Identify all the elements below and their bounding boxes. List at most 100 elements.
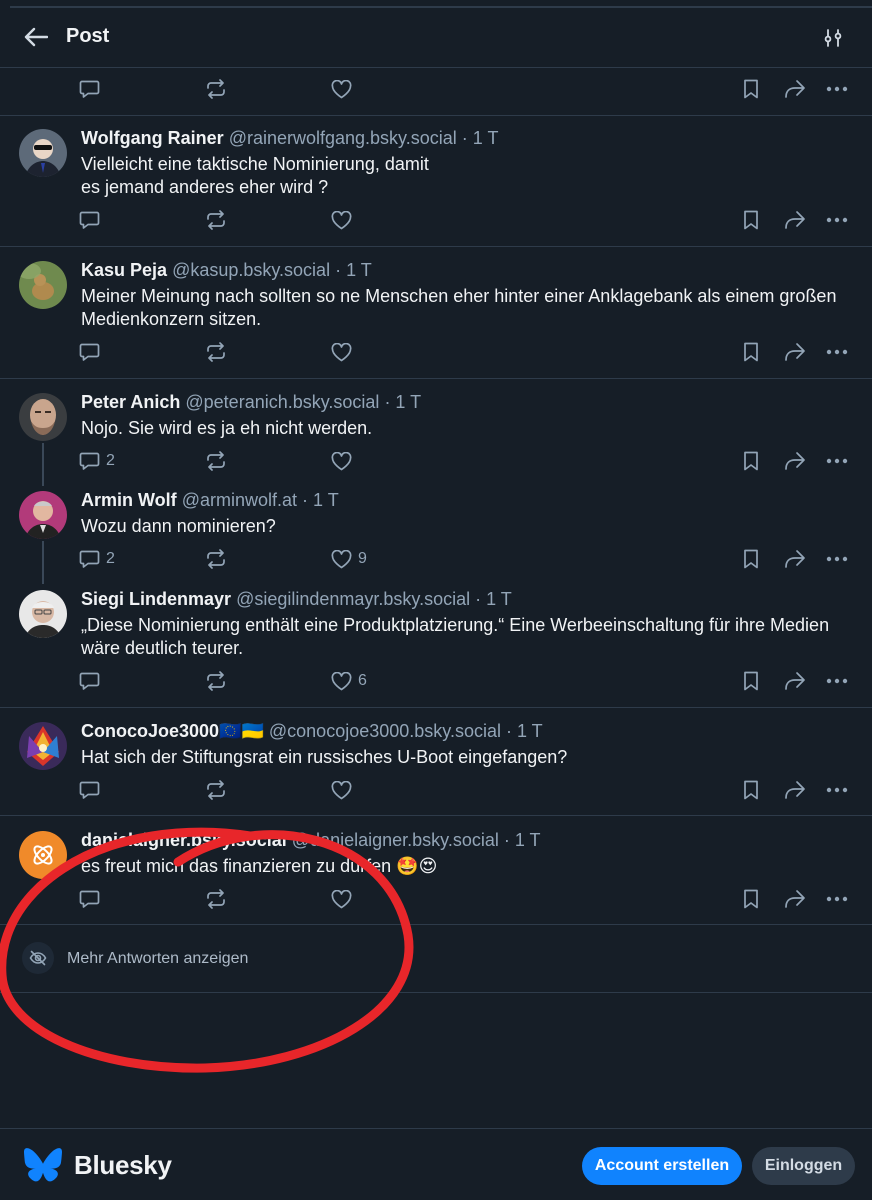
reply-button[interactable] [79,775,106,805]
repost-button[interactable] [205,337,227,367]
avatar-siegi-lindenmayr[interactable] [19,590,67,638]
repost-button[interactable] [205,205,227,235]
avatar-conocojoe3000[interactable] [19,722,67,770]
author-name[interactable]: Armin Wolf [81,490,177,510]
bookmark-button[interactable] [742,205,760,235]
heart-icon [331,342,352,361]
like-button[interactable] [331,74,352,104]
author-handle[interactable]: @peteranich.bsky.social [185,392,379,412]
more-options-button[interactable] [826,446,848,476]
reply-icon [79,211,100,229]
reply-button[interactable]: 2 [79,544,115,574]
bookmark-icon [744,671,758,691]
repost-button[interactable] [205,666,227,696]
post-actions: 6 [0,666,872,696]
back-button[interactable] [20,22,52,52]
like-button[interactable] [331,337,358,367]
bookmark-button[interactable] [742,544,760,574]
repost-button[interactable] [205,544,227,574]
heart-icon [331,79,352,98]
author-handle[interactable]: @kasup.bsky.social [172,260,330,280]
share-button[interactable] [784,205,806,235]
reply-button[interactable] [79,205,106,235]
more-options-button[interactable] [826,666,848,696]
like-button[interactable] [331,205,358,235]
avatar-armin-wolf[interactable] [19,491,67,539]
bookmark-icon [744,79,758,99]
heart-icon [331,889,352,908]
post-time[interactable]: · 1 T [506,721,543,741]
more-options-button[interactable] [826,775,848,805]
share-button[interactable] [784,446,806,476]
bookmark-button[interactable] [742,446,760,476]
repost-button[interactable] [205,74,227,104]
author-handle[interactable]: @danielaigner.bsky.social [292,830,499,850]
bookmark-button[interactable] [742,666,760,696]
bookmark-button[interactable] [742,884,760,914]
author-name[interactable]: Wolfgang Rainer [81,128,224,148]
post-time[interactable]: · 1 T [462,128,499,148]
top-strip [0,0,872,8]
author-handle[interactable]: @arminwolf.at [182,490,297,510]
reply-button[interactable] [79,666,106,696]
avatar-kasu-peja[interactable] [19,261,67,309]
repost-icon [207,451,225,471]
post-header: Peter Anich @peteranich.bsky.social · 1 … [81,392,421,413]
author-name[interactable]: Peter Anich [81,392,180,412]
author-name[interactable]: Kasu Peja [81,260,167,280]
reply-button[interactable] [79,337,106,367]
like-button[interactable] [331,446,358,476]
share-button[interactable] [784,666,806,696]
share-button[interactable] [784,74,806,104]
post-time[interactable]: · 1 T [384,392,421,412]
reply-button[interactable]: 2 [79,446,115,476]
login-button[interactable]: Einloggen [752,1147,855,1185]
more-options-button[interactable] [826,205,848,235]
author-handle[interactable]: @conocojoe3000.bsky.social [269,721,501,741]
like-button[interactable] [331,884,358,914]
post-divider [0,246,872,247]
author-name[interactable]: ConocoJoe3000🇪🇺🇺🇦 [81,721,264,741]
post-time[interactable]: · 1 T [302,490,339,510]
more-options-button[interactable] [826,74,848,104]
author-name[interactable]: Siegi Lindenmayr [81,589,231,609]
share-icon [785,672,805,690]
author-handle[interactable]: @siegilindenmayr.bsky.social [236,589,470,609]
share-button[interactable] [784,337,806,367]
show-more-replies-button[interactable]: Mehr Antworten anzeigen [0,925,872,993]
share-button[interactable] [784,775,806,805]
more-options-button[interactable] [826,544,848,574]
more-options-button[interactable] [826,337,848,367]
avatar-wolfgang-rainer[interactable] [19,129,67,177]
post-time[interactable]: · 1 T [504,830,541,850]
share-button[interactable] [784,884,806,914]
header: Post [0,8,872,68]
create-account-button[interactable]: Account erstellen [582,1147,742,1185]
bookmark-button[interactable] [742,337,760,367]
post-time[interactable]: · 1 T [335,260,372,280]
post-time[interactable]: · 1 T [475,589,512,609]
avatar-danielaigner[interactable] [19,831,67,879]
reply-count: 2 [106,452,115,469]
thread-settings-button[interactable] [818,24,848,52]
reply-icon [79,672,100,690]
author-name[interactable]: danielaigner.bsky.social [81,830,287,850]
post-text-line: Wozu dann nominieren? [81,516,276,536]
like-button[interactable]: 6 [331,666,367,696]
share-button[interactable] [784,544,806,574]
repost-button[interactable] [205,775,227,805]
more-options-button[interactable] [826,884,848,914]
repost-button[interactable] [205,446,227,476]
repost-button[interactable] [205,884,227,914]
avatar-peter-anich[interactable] [19,393,67,441]
show-more-replies-label: Mehr Antworten anzeigen [67,950,249,967]
author-handle[interactable]: @rainerwolfgang.bsky.social [229,128,457,148]
more-icon [826,86,848,92]
bookmark-button[interactable] [742,74,760,104]
reply-button[interactable] [79,74,100,104]
bookmark-button[interactable] [742,775,760,805]
like-button[interactable]: 9 [331,544,367,574]
reply-button[interactable] [79,884,106,914]
bluesky-logo[interactable]: Bluesky [24,1148,172,1182]
like-button[interactable] [331,775,358,805]
